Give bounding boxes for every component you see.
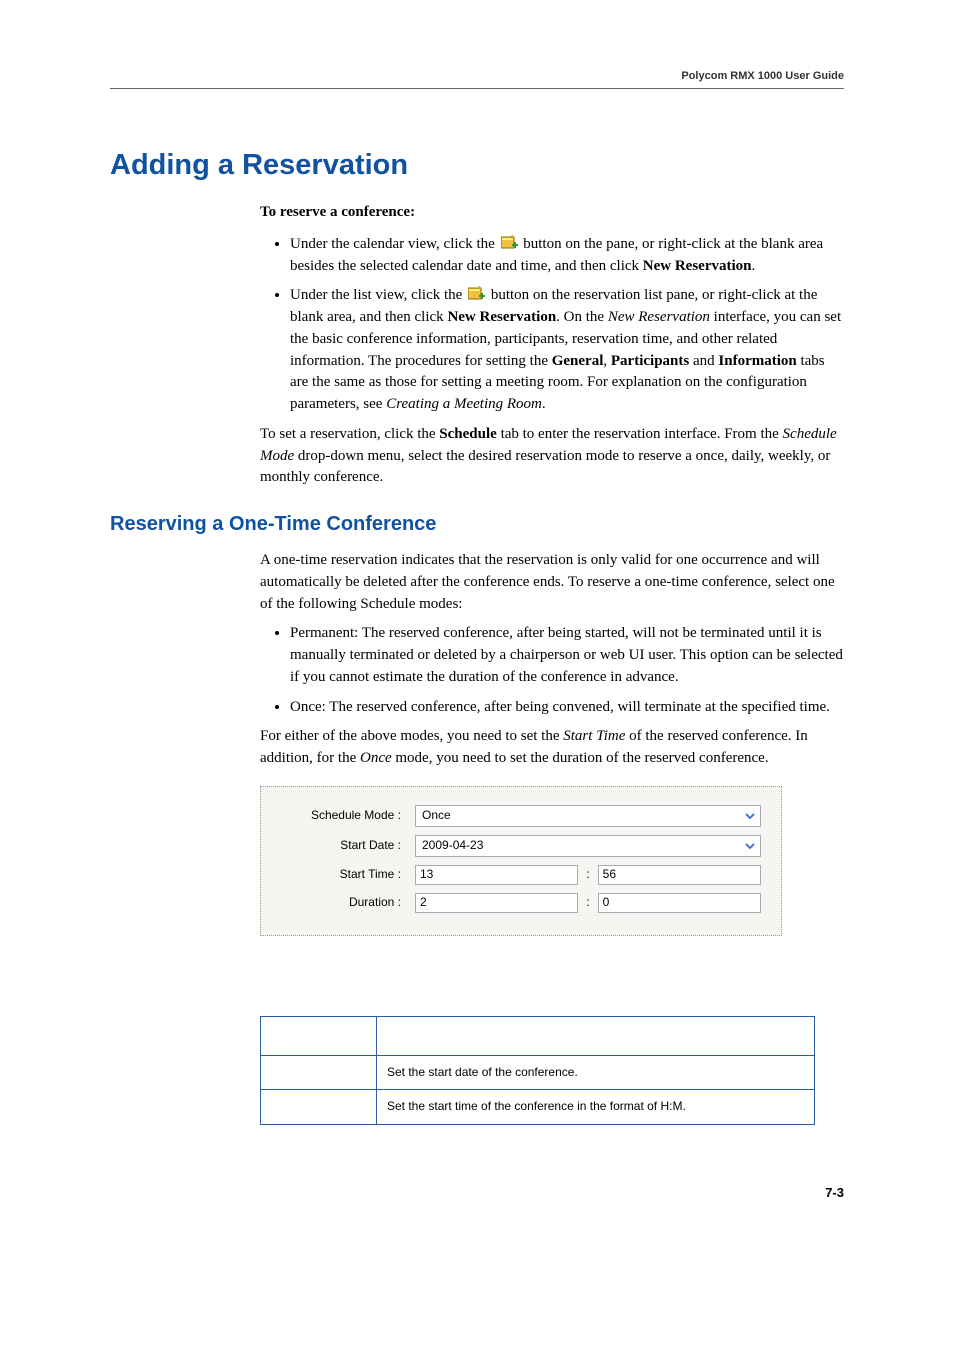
schedule-mode-select[interactable]: Once bbox=[415, 805, 761, 827]
para-modes-b: Start Time bbox=[563, 728, 625, 744]
bullet2-ital2: Creating a Meeting Room bbox=[386, 396, 542, 412]
schedule-mode-value: Once bbox=[422, 807, 451, 824]
table-row: Set the start date of the conference. bbox=[261, 1055, 815, 1089]
bullet2-bold2: General bbox=[552, 353, 604, 369]
para-set-a: To set a reservation, click the bbox=[260, 426, 439, 442]
para-modes: For either of the above modes, you need … bbox=[260, 726, 844, 770]
onetime-intro: A one-time reservation indicates that th… bbox=[260, 550, 844, 615]
start-time-hour-input[interactable]: 13 bbox=[415, 865, 578, 885]
start-time-min-input[interactable]: 56 bbox=[598, 865, 761, 885]
table-row: Set the start time of the conference in … bbox=[261, 1090, 815, 1124]
start-date-label: Start Date : bbox=[281, 837, 415, 854]
bullet1-bold-end: New Reservation bbox=[643, 258, 752, 274]
schedule-form: Schedule Mode : Once Start Date : 2009-0… bbox=[260, 786, 782, 936]
para-modes-a: For either of the above modes, you need … bbox=[260, 728, 563, 744]
bullet1-period: . bbox=[752, 258, 756, 274]
page-title: Adding a Reservation bbox=[110, 149, 844, 182]
bullet1-pre: Under the calendar view, click the bbox=[290, 236, 499, 252]
para-modes-e: mode, you need to set the duration of th… bbox=[392, 750, 769, 766]
intro-line: To reserve a conference: bbox=[260, 202, 844, 224]
bullet2-mid2: . On the bbox=[556, 309, 608, 325]
chevron-down-icon bbox=[742, 838, 758, 854]
bullet-list-view: Under the list view, click the button on… bbox=[290, 285, 844, 416]
colon: : bbox=[582, 866, 593, 883]
table-header-param bbox=[261, 1016, 377, 1055]
bullet-permanent: Permanent: The reserved conference, afte… bbox=[290, 623, 844, 688]
table-cell-desc: Set the start time of the conference in … bbox=[377, 1090, 815, 1124]
table-header-row bbox=[261, 1016, 815, 1055]
bullet2-bold4: Information bbox=[718, 353, 796, 369]
bullet2-bold3: Participants bbox=[611, 353, 689, 369]
start-date-value: 2009-04-23 bbox=[422, 837, 483, 854]
para-set-c: tab to enter the reservation interface. … bbox=[497, 426, 783, 442]
table-cell-param bbox=[261, 1090, 377, 1124]
schedule-mode-label: Schedule Mode : bbox=[281, 807, 415, 824]
bullet2-pre: Under the list view, click the bbox=[290, 287, 466, 303]
duration-hour-input[interactable]: 2 bbox=[415, 893, 578, 913]
table-cell-param bbox=[261, 1055, 377, 1089]
para-set-e: drop-down menu, select the desired reser… bbox=[260, 448, 830, 486]
page-number: 7-3 bbox=[110, 1185, 844, 1200]
bullet2-mid4: and bbox=[689, 353, 718, 369]
bullet-calendar-view: Under the calendar view, click the butto… bbox=[290, 234, 844, 278]
duration-min-input[interactable]: 0 bbox=[598, 893, 761, 913]
duration-label: Duration : bbox=[281, 894, 415, 911]
start-date-select[interactable]: 2009-04-23 bbox=[415, 835, 761, 857]
para-modes-d: Once bbox=[360, 750, 392, 766]
start-time-hour-value: 13 bbox=[420, 866, 433, 883]
table-cell-desc: Set the start date of the conference. bbox=[377, 1055, 815, 1089]
para-set-reservation: To set a reservation, click the Schedule… bbox=[260, 424, 844, 489]
bullet2-sep1: , bbox=[603, 353, 611, 369]
table-header-desc bbox=[377, 1016, 815, 1055]
bullet2-ital1: New Reservation bbox=[608, 309, 710, 325]
bullet2-period: . bbox=[542, 396, 546, 412]
start-time-min-value: 56 bbox=[603, 866, 616, 883]
new-reservation-icon bbox=[468, 286, 485, 301]
para-set-b: Schedule bbox=[439, 426, 497, 442]
parameter-table: Set the start date of the conference. Se… bbox=[260, 1016, 815, 1125]
new-reservation-icon bbox=[501, 235, 518, 250]
chevron-down-icon bbox=[742, 808, 758, 824]
duration-min-value: 0 bbox=[603, 894, 610, 911]
header-guide-title: Polycom RMX 1000 User Guide bbox=[110, 70, 844, 82]
bullet-once: Once: The reserved conference, after bei… bbox=[290, 697, 844, 719]
subheading: Reserving a One-Time Conference bbox=[110, 513, 844, 536]
start-time-label: Start Time : bbox=[281, 866, 415, 883]
duration-hour-value: 2 bbox=[420, 894, 427, 911]
colon: : bbox=[582, 894, 593, 911]
bullet2-bold1: New Reservation bbox=[447, 309, 556, 325]
header-rule bbox=[110, 88, 844, 89]
